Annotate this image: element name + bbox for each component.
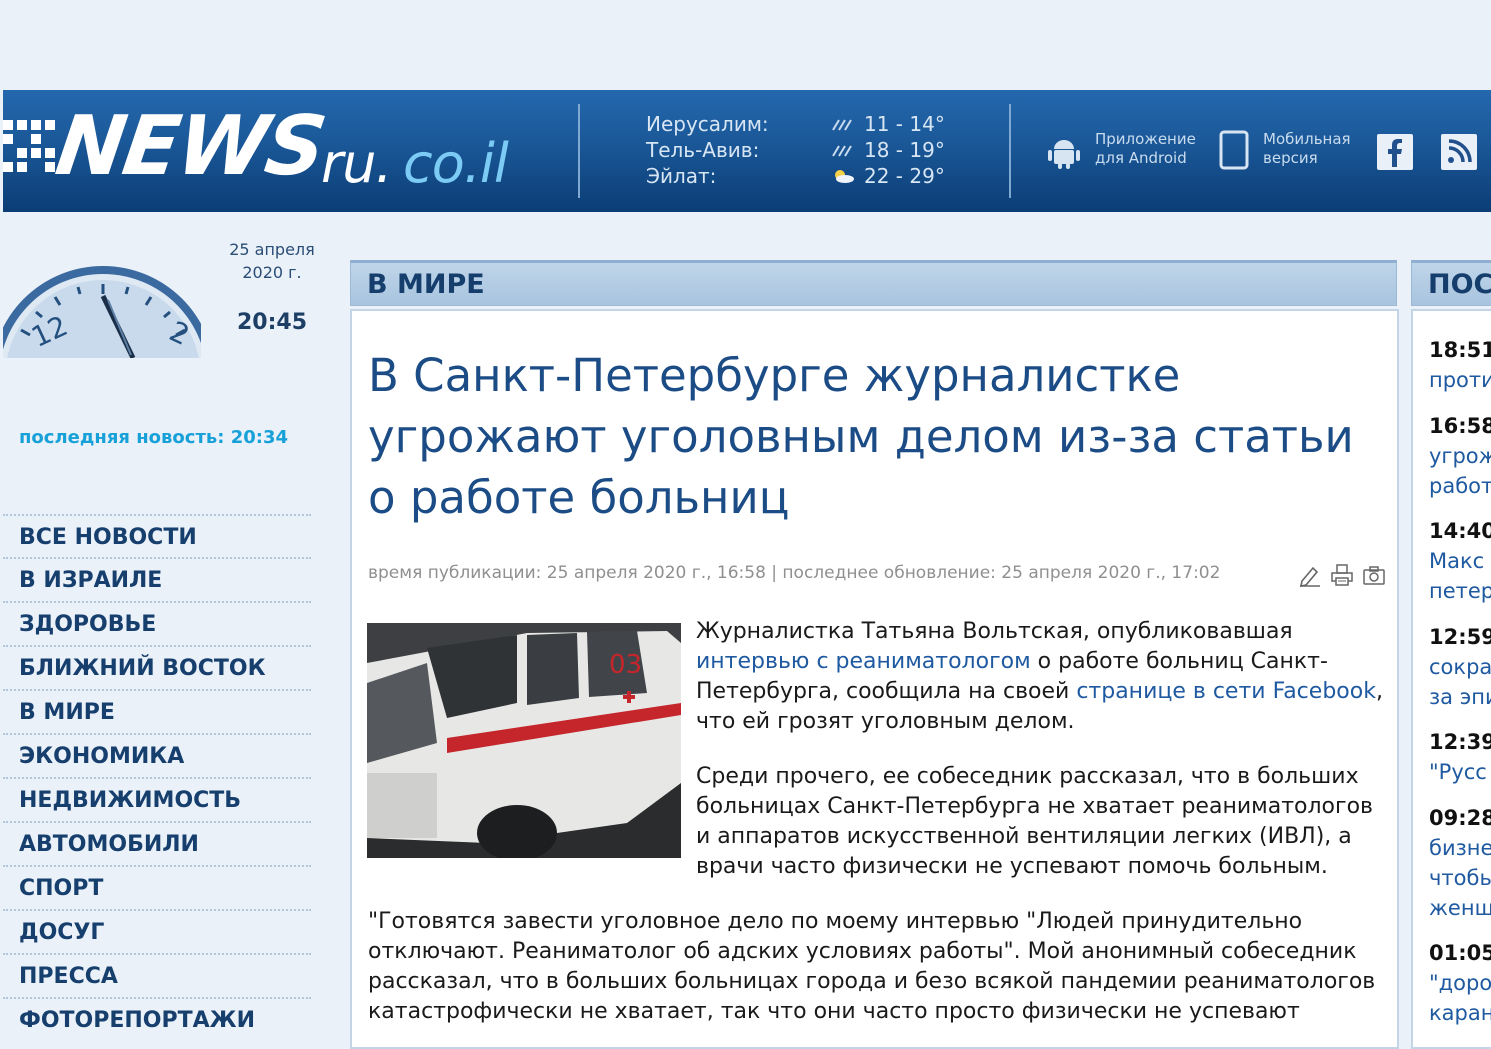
facebook-page-link[interactable]: странице в сети Facebook [1076, 679, 1376, 704]
news-headline[interactable]: проти [1429, 365, 1491, 395]
news-time: 14:40 [1429, 519, 1491, 543]
news-item[interactable]: 16:58 угрож работ [1429, 411, 1491, 501]
news-item[interactable]: 09:28 бизне чтобь женщ [1429, 803, 1491, 923]
date-day: 25 апреля [229, 240, 315, 259]
menu-item-israel[interactable]: В ИЗРАИЛЕ [3, 557, 311, 601]
mobile-link-line1: Мобильная [1263, 130, 1351, 148]
android-link-line2: для Android [1095, 149, 1187, 167]
date-year: 2020 г. [242, 263, 302, 282]
site-header: NEWS ru. co.il Иерусалим: 11 - 14° Тель-… [3, 90, 1491, 212]
section-menu: ВСЕ НОВОСТИ В ИЗРАИЛЕ ЗДОРОВЬЕ БЛИЖНИЙ В… [3, 514, 311, 1041]
news-item[interactable]: 18:51 проти [1429, 335, 1491, 395]
article-paragraph: Среди прочего, ее собеседник рассказал, … [696, 764, 1373, 879]
logo-domain: co.il [403, 132, 509, 195]
latest-news-header: ПОСЛ [1411, 260, 1491, 306]
paragraph-text: Журналистка Татьяна Вольтская, опубликов… [696, 619, 1293, 644]
weather-temp: 22 - 29° [864, 164, 945, 188]
news-headline[interactable]: сокра [1429, 652, 1491, 682]
weather-row: Эйлат: 22 - 29° [646, 164, 966, 190]
current-date: 25 апреля 2020 г. [226, 238, 318, 284]
menu-item-photo-reports[interactable]: ФОТОРЕПОРТАЖИ [3, 997, 311, 1041]
news-item[interactable]: 12:39 "Русс [1429, 727, 1491, 787]
mobile-link-line2: версия [1263, 149, 1318, 167]
header-divider [578, 104, 580, 198]
article-title: В Санкт-Петербурге журналистке угрожают … [368, 349, 1354, 524]
menu-item-world[interactable]: В МИРЕ [3, 689, 311, 733]
section-title[interactable]: В МИРЕ [367, 269, 485, 300]
logo-news: NEWS [50, 99, 330, 194]
android-icon [1048, 140, 1080, 169]
section-header: В МИРЕ [350, 260, 1397, 306]
menu-item-cars[interactable]: АВТОМОБИЛИ [3, 821, 311, 865]
menu-item-sport[interactable]: СПОРТ [3, 865, 311, 909]
latest-news-title: ПОСЛ [1428, 269, 1491, 300]
android-link-line1: Приложение [1095, 130, 1196, 148]
sun-cloud-icon [835, 170, 854, 183]
weather-row: Иерусалим: 11 - 14° [646, 112, 966, 138]
camera-icon[interactable] [1362, 563, 1386, 587]
news-time: 12:39 [1429, 730, 1491, 754]
menu-item-all-news[interactable]: ВСЕ НОВОСТИ [3, 514, 311, 557]
weather-row: Тель-Авив: 18 - 19° [646, 138, 966, 164]
logo-ru: ru. [321, 132, 393, 195]
rss-icon[interactable] [1441, 134, 1477, 170]
android-app-link[interactable]: Приложение для Android [1046, 130, 1196, 170]
news-headline[interactable]: каран [1429, 998, 1491, 1028]
pencil-icon[interactable] [1298, 563, 1322, 588]
ambulance-number: 03 [609, 650, 642, 680]
article-paragraph: "Готовятся завести уголовное дело по мое… [368, 909, 1376, 1024]
news-item[interactable]: 12:59 сокра за эпи [1429, 622, 1491, 712]
news-headline[interactable]: бизне [1429, 833, 1491, 863]
article: В Санкт-Петербурге журналистке угрожают … [350, 309, 1399, 1049]
news-headline[interactable]: Макс [1429, 546, 1491, 576]
article-photo[interactable]: 03 [367, 623, 681, 858]
news-item[interactable]: 01:05 "доро каран [1429, 938, 1491, 1028]
clock-illustration: 12 2 [3, 260, 201, 358]
weather-temp: 11 - 14° [864, 112, 945, 136]
news-item[interactable]: 14:40 Макс петер [1429, 516, 1491, 606]
weather-city: Эйлат: [646, 164, 717, 188]
menu-item-economy[interactable]: ЭКОНОМИКА [3, 733, 311, 777]
news-headline[interactable]: работ [1429, 471, 1491, 501]
last-news-link[interactable]: последняя новость: 20:34 [19, 427, 288, 448]
weather-city: Тель-Авив: [646, 138, 760, 162]
menu-item-middle-east[interactable]: БЛИЖНИЙ ВОСТОК [3, 645, 311, 689]
rain-icon [832, 119, 852, 131]
news-headline[interactable]: петер [1429, 576, 1491, 606]
interview-link[interactable]: интервью с реаниматологом [696, 649, 1031, 674]
news-headline[interactable]: чтобь [1429, 863, 1491, 893]
news-time: 18:51 [1429, 338, 1491, 362]
menu-item-press[interactable]: ПРЕССА [3, 953, 311, 997]
weather-temp: 18 - 19° [864, 138, 945, 162]
article-meta: время публикации: 25 апреля 2020 г., 16:… [368, 563, 1221, 583]
print-icon[interactable] [1330, 563, 1354, 587]
weather-city: Иерусалим: [646, 112, 769, 136]
menu-item-leisure[interactable]: ДОСУГ [3, 909, 311, 953]
news-headline[interactable]: "Русс [1429, 757, 1491, 787]
tablet-icon [1219, 130, 1249, 170]
weather-widget: Иерусалим: 11 - 14° Тель-Авив: 18 - 19° … [646, 112, 966, 190]
rain-icon [832, 145, 852, 157]
news-headline[interactable]: "доро [1429, 968, 1491, 998]
mobile-version-link[interactable]: Мобильная версия [1218, 130, 1358, 170]
news-headline[interactable]: за эпи [1429, 682, 1491, 712]
menu-item-real-estate[interactable]: НЕДВИЖИМОСТЬ [3, 777, 311, 821]
news-time: 01:05 [1429, 941, 1491, 965]
article-tools [1298, 563, 1388, 588]
current-time: 20:45 [236, 310, 308, 335]
menu-item-health[interactable]: ЗДОРОВЬЕ [3, 601, 311, 645]
news-time: 16:58 [1429, 414, 1491, 438]
news-time: 12:59 [1429, 625, 1491, 649]
article-paragraph: Журналистка Татьяна Вольтская, опубликов… [696, 617, 1386, 737]
news-headline[interactable]: женщ [1429, 893, 1491, 923]
news-headline[interactable]: угрож [1429, 441, 1491, 471]
facebook-icon[interactable] [1377, 134, 1413, 170]
news-time: 09:28 [1429, 806, 1491, 830]
latest-news-list: 18:51 проти 16:58 угрож работ 14:40 Макс… [1411, 309, 1491, 1049]
header-divider [1009, 104, 1011, 198]
site-logo[interactable]: NEWS ru. co.il [3, 99, 563, 195]
